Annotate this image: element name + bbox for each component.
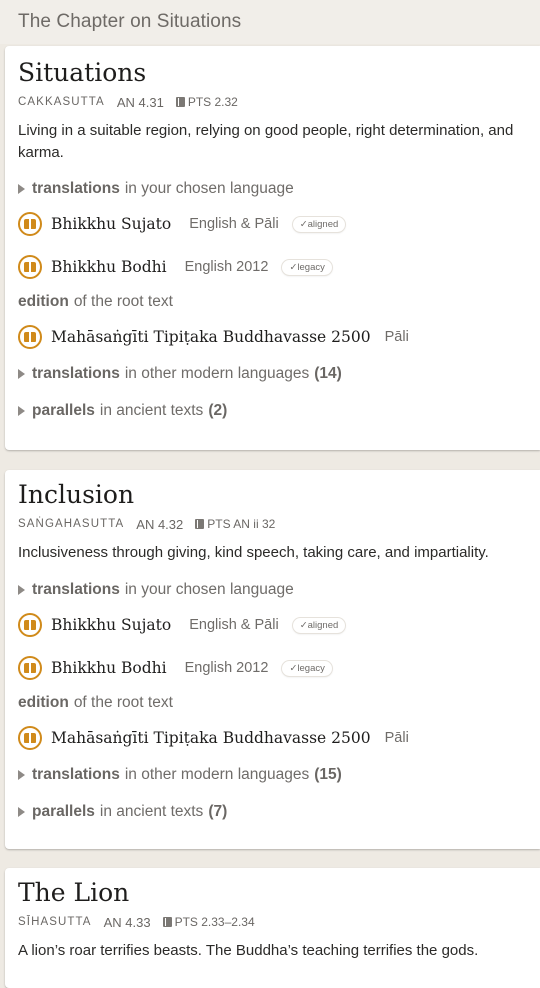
translator-name: Bhikkhu Sujato	[51, 215, 172, 233]
chapter-title: The Chapter on Situations	[18, 11, 242, 32]
translation-language: English 2012	[184, 660, 269, 676]
book-circle-icon	[18, 255, 42, 279]
blurb-line: Inclusiveness through giving, kind speec…	[18, 544, 489, 561]
triangle-right-icon	[18, 406, 25, 416]
section-key: translations	[32, 365, 120, 382]
translations-other-toggle[interactable]: translations in other modern languages (…	[18, 362, 540, 386]
edition-language: Pāli	[384, 730, 409, 746]
translation-link-bodhi[interactable]: Bhikkhu Bodhi English 2012 ✓legacy	[18, 252, 540, 282]
translator-name: Bhikkhu Bodhi	[51, 659, 167, 677]
aligned-badge: ✓aligned	[292, 617, 346, 633]
pts-reference: PTS 2.32	[175, 95, 238, 109]
edition-heading: edition of the root text	[18, 291, 540, 313]
translation-language: English 2012	[184, 259, 269, 275]
sutta-root-title: Saṅgahasutta	[18, 518, 125, 530]
section-key: parallels	[32, 402, 95, 419]
book-circle-icon	[18, 613, 42, 637]
parallels-toggle[interactable]: parallels in ancient texts (7)	[18, 800, 540, 824]
aligned-badge: ✓aligned	[292, 216, 346, 232]
section-count: (14)	[314, 365, 342, 382]
sutta-uid: AN 4.31	[116, 94, 164, 110]
section-rest: in other modern languages	[124, 365, 310, 382]
section-count: (2)	[208, 402, 228, 419]
parallels-toggle[interactable]: parallels in ancient texts (2)	[18, 399, 540, 423]
sutta-title[interactable]: The Lion	[18, 878, 540, 908]
section-rest: in other modern languages	[124, 766, 310, 783]
section-rest: in your chosen language	[124, 581, 294, 598]
blurb-line: karma.	[18, 144, 64, 161]
blurb-line: A lion’s roar terrifies beasts. The Budd…	[18, 942, 479, 959]
edition-name: Mahāsaṅgīti Tipiṭaka Buddhavasse 2500	[51, 729, 371, 747]
sutta-root-title: Cakkasutta	[18, 96, 105, 108]
section-count: (15)	[314, 766, 342, 783]
edition-language: Pāli	[384, 329, 409, 345]
sutta-root-title: Sīhasutta	[18, 916, 92, 928]
sutta-blurb: A lion’s roar terrifies beasts. The Budd…	[18, 940, 540, 962]
pts-label: PTS 2.33–2.34	[174, 915, 255, 929]
sutta-title[interactable]: Situations	[18, 58, 540, 88]
section-rest: in ancient texts	[99, 402, 204, 419]
pts-label: PTS AN ii 32	[207, 517, 276, 531]
translation-language: English & Pāli	[189, 617, 279, 633]
section-rest: in ancient texts	[99, 803, 204, 820]
book-icon	[195, 519, 205, 529]
translator-name: Bhikkhu Bodhi	[51, 258, 167, 276]
translation-link-bodhi[interactable]: Bhikkhu Bodhi English 2012 ✓legacy	[18, 653, 540, 683]
book-icon	[175, 97, 185, 107]
translation-language: English & Pāli	[189, 216, 279, 232]
pts-reference: PTS 2.33–2.34	[162, 915, 255, 929]
book-icon	[162, 917, 172, 927]
translations-chosen-toggle[interactable]: translations in your chosen language	[18, 578, 540, 602]
edition-key: edition	[18, 293, 69, 310]
sutta-meta: Sīhasutta AN 4.33 PTS 2.33–2.34	[18, 912, 540, 932]
legacy-badge: ✓legacy	[282, 259, 332, 275]
translations-other-toggle[interactable]: translations in other modern languages (…	[18, 763, 540, 787]
edition-rest: of the root text	[73, 694, 173, 711]
pts-reference: PTS AN ii 32	[195, 517, 275, 531]
sutta-meta: Saṅgahasutta AN 4.32 PTS AN ii 32	[18, 514, 540, 534]
sutta-uid: AN 4.33	[103, 914, 151, 930]
sutta-card-the-lion: The Lion Sīhasutta AN 4.33 PTS 2.33–2.34…	[5, 868, 540, 988]
root-text-link[interactable]: Mahāsaṅgīti Tipiṭaka Buddhavasse 2500 Pā…	[18, 322, 540, 352]
section-key: translations	[32, 766, 120, 783]
root-text-link[interactable]: Mahāsaṅgīti Tipiṭaka Buddhavasse 2500 Pā…	[18, 723, 540, 753]
book-circle-icon	[18, 212, 42, 236]
triangle-right-icon	[18, 807, 25, 817]
section-rest: in your chosen language	[124, 180, 294, 197]
triangle-right-icon	[18, 369, 25, 379]
sutta-title[interactable]: Inclusion	[18, 480, 540, 510]
sutta-blurb: Inclusiveness through giving, kind speec…	[18, 542, 540, 564]
pts-label: PTS 2.32	[187, 95, 238, 109]
translation-link-sujato[interactable]: Bhikkhu Sujato English & Pāli ✓aligned	[18, 610, 540, 640]
section-key: parallels	[32, 803, 95, 820]
translations-chosen-toggle[interactable]: translations in your chosen language	[18, 177, 540, 201]
legacy-badge: ✓legacy	[282, 660, 332, 676]
edition-key: edition	[18, 694, 69, 711]
edition-heading: edition of the root text	[18, 692, 540, 714]
section-key: translations	[32, 581, 120, 598]
sutta-uid: AN 4.32	[136, 516, 184, 532]
blurb-line: Living in a suitable region, relying on …	[18, 122, 514, 139]
triangle-right-icon	[18, 585, 25, 595]
sutta-blurb: Living in a suitable region, relying on …	[18, 120, 540, 164]
sutta-card-situations: Situations Cakkasutta AN 4.31 PTS 2.32 L…	[5, 46, 540, 450]
book-circle-icon	[18, 325, 42, 349]
section-key: translations	[32, 180, 120, 197]
section-count: (7)	[208, 803, 228, 820]
translation-link-sujato[interactable]: Bhikkhu Sujato English & Pāli ✓aligned	[18, 209, 540, 239]
triangle-right-icon	[18, 770, 25, 780]
book-circle-icon	[18, 656, 42, 680]
translator-name: Bhikkhu Sujato	[51, 616, 172, 634]
chapter-header: The Chapter on Situations	[0, 0, 540, 44]
book-circle-icon	[18, 726, 42, 750]
triangle-right-icon	[18, 184, 25, 194]
edition-rest: of the root text	[73, 293, 173, 310]
sutta-card-inclusion: Inclusion Saṅgahasutta AN 4.32 PTS AN ii…	[5, 470, 540, 849]
edition-name: Mahāsaṅgīti Tipiṭaka Buddhavasse 2500	[51, 328, 371, 346]
sutta-meta: Cakkasutta AN 4.31 PTS 2.32	[18, 92, 540, 112]
